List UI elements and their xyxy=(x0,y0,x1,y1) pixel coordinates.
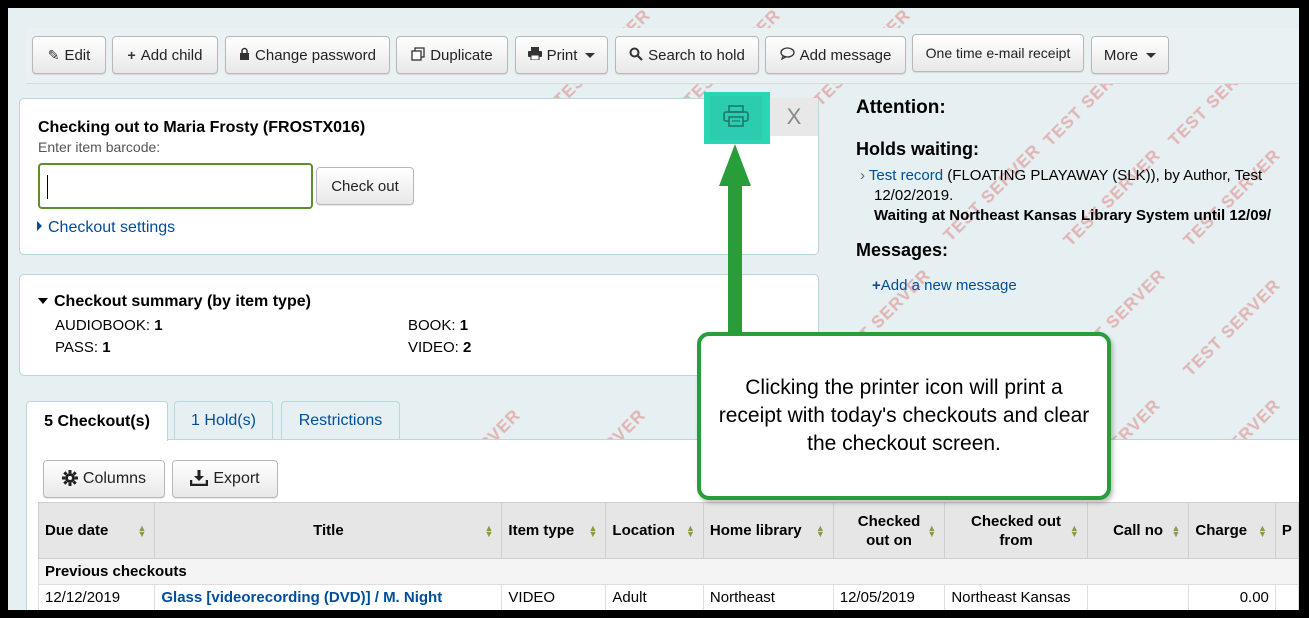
due-date-cell: 12/12/2019 xyxy=(37,584,156,610)
sort-icon: ▲ ▼ xyxy=(1171,523,1181,539)
text-cursor xyxy=(47,175,48,199)
column-header-charge[interactable]: Charge ▲ ▼ xyxy=(1188,502,1276,559)
column-header-checked-out-from[interactable]: Checked out from ▲ ▼ xyxy=(944,502,1088,559)
add-new-message-link[interactable]: +Add a new message xyxy=(872,277,1017,294)
summary-title[interactable]: Checkout summary (by item type) xyxy=(38,293,311,311)
callout-text: Clicking the printer icon will print a r… xyxy=(718,376,1090,455)
printer-icon xyxy=(527,47,542,63)
group-header-row: Previous checkouts xyxy=(38,558,1299,585)
callout-arrow-shaft xyxy=(728,184,742,334)
annotation-callout: Clicking the printer icon will print a r… xyxy=(697,332,1111,500)
copy-icon xyxy=(411,46,425,64)
close-checkout-button[interactable]: X xyxy=(770,98,818,136)
one-time-email-receipt-button[interactable]: One time e-mail receipt xyxy=(912,34,1084,72)
lock-icon xyxy=(239,47,250,63)
check-out-button[interactable]: Check out xyxy=(316,167,414,205)
home-library-cell: Northeast xyxy=(702,584,834,610)
price-cell xyxy=(1274,584,1299,610)
attention-heading: Attention: xyxy=(856,97,946,118)
checked-out-on-cell: 12/05/2019 xyxy=(832,584,946,610)
caret-down-icon xyxy=(1146,52,1157,58)
checkouts-table: Due date ▲ ▼ Title ▲ ▼ Item type ▲ ▼ Location ▲… xyxy=(37,502,1299,610)
tab-checkouts[interactable]: 5 Checkout(s) xyxy=(26,401,168,441)
hold-item: › Test record (FLOATING PLAYAWAY (SLK)),… xyxy=(860,167,1272,224)
sort-icon: ▲ ▼ xyxy=(137,523,147,539)
sort-icon: ▲ ▼ xyxy=(815,523,825,539)
search-icon xyxy=(629,47,643,64)
edit-button[interactable]: ✎ Edit xyxy=(32,36,106,74)
close-icon: X xyxy=(786,104,802,129)
barcode-input[interactable] xyxy=(38,163,313,209)
group-label: Previous checkouts xyxy=(38,558,1299,585)
export-button[interactable]: Export xyxy=(172,460,278,498)
pencil-icon: ✎ xyxy=(47,46,60,63)
sort-icon: ▲ ▼ xyxy=(1257,523,1267,539)
columns-button[interactable]: Columns xyxy=(43,460,165,498)
summary-item: VIDEO: 2 xyxy=(408,339,472,356)
more-dropdown-button[interactable]: More xyxy=(1091,36,1169,74)
barcode-label: Enter item barcode: xyxy=(38,139,161,155)
location-cell: Adult xyxy=(605,584,704,610)
caret-down-icon xyxy=(585,52,596,58)
item-type-cell: VIDEO xyxy=(501,584,607,610)
checkout-panel: Checking out to Maria Frosty (FROSTX016)… xyxy=(19,98,819,255)
messages-heading: Messages: xyxy=(856,240,949,260)
sort-icon: ▲ ▼ xyxy=(686,523,695,539)
column-header-home-library[interactable]: Home library ▲ ▼ xyxy=(702,502,834,559)
plus-icon: + xyxy=(872,277,881,294)
holds-waiting-heading: Holds waiting: xyxy=(856,139,979,159)
tab-holds[interactable]: 1 Hold(s) xyxy=(174,401,273,439)
table-row: 12/12/2019 Glass [videorecording (DVD)] … xyxy=(37,584,1299,610)
bullet-icon: › xyxy=(860,167,865,184)
watermark: TEST SERVER xyxy=(1179,275,1285,380)
hold-title-link[interactable]: Test record xyxy=(869,167,943,184)
column-header-checked-out-on[interactable]: Checked out on ▲ ▼ xyxy=(832,502,946,559)
column-header-title[interactable]: Title ▲ ▼ xyxy=(154,502,503,559)
checked-out-from-cell: Northeast Kansas xyxy=(944,584,1088,610)
gear-icon xyxy=(61,469,78,489)
caret-right-icon xyxy=(37,221,42,231)
plus-icon: + xyxy=(127,47,136,63)
download-icon xyxy=(190,469,209,489)
title-link[interactable]: Glass [videorecording (DVD)] / M. Night xyxy=(161,589,442,606)
summary-item: BOOK: 1 xyxy=(408,317,469,334)
screenshot-frame: TEST SERVER TEST SERVER TEST SERVER TEST… xyxy=(8,8,1299,610)
duplicate-button[interactable]: Duplicate xyxy=(396,36,508,74)
summary-item: PASS: 1 xyxy=(55,339,111,356)
checkout-settings-link[interactable]: Checkout settings xyxy=(37,219,175,237)
column-header-item-type[interactable]: Item type ▲ ▼ xyxy=(501,502,607,559)
call-no-cell xyxy=(1086,584,1190,610)
column-header-price[interactable]: P xyxy=(1274,502,1299,559)
sort-icon: ▲ ▼ xyxy=(588,523,598,539)
tab-restrictions[interactable]: Restrictions xyxy=(281,401,400,439)
sort-icon: ▲ ▼ xyxy=(1069,523,1079,539)
change-password-button[interactable]: Change password xyxy=(225,36,390,74)
title-cell: Glass [videorecording (DVD)] / M. Night xyxy=(154,584,503,610)
search-to-hold-button[interactable]: Search to hold xyxy=(615,36,759,74)
comment-icon xyxy=(779,47,795,63)
printer-icon xyxy=(723,105,749,131)
column-header-due-date[interactable]: Due date ▲ ▼ xyxy=(37,502,156,559)
sort-icon: ▲ ▼ xyxy=(484,523,494,539)
add-message-button[interactable]: Add message xyxy=(765,36,906,74)
column-header-call-no[interactable]: Call no ▲ ▼ xyxy=(1086,502,1190,559)
add-child-button[interactable]: + Add child xyxy=(112,36,218,74)
checkout-title: Checking out to Maria Frosty (FROSTX016) xyxy=(38,119,366,136)
charge-cell: 0.00 xyxy=(1188,584,1276,610)
callout-arrow-head xyxy=(719,144,751,186)
print-receipt-button[interactable] xyxy=(710,96,762,140)
summary-item: AUDIOBOOK: 1 xyxy=(55,317,163,334)
caret-down-icon xyxy=(38,298,48,304)
sort-icon: ▲ ▼ xyxy=(927,523,937,539)
print-dropdown-button[interactable]: Print xyxy=(515,36,608,74)
column-header-location[interactable]: Location ▲ ▼ xyxy=(605,502,704,559)
